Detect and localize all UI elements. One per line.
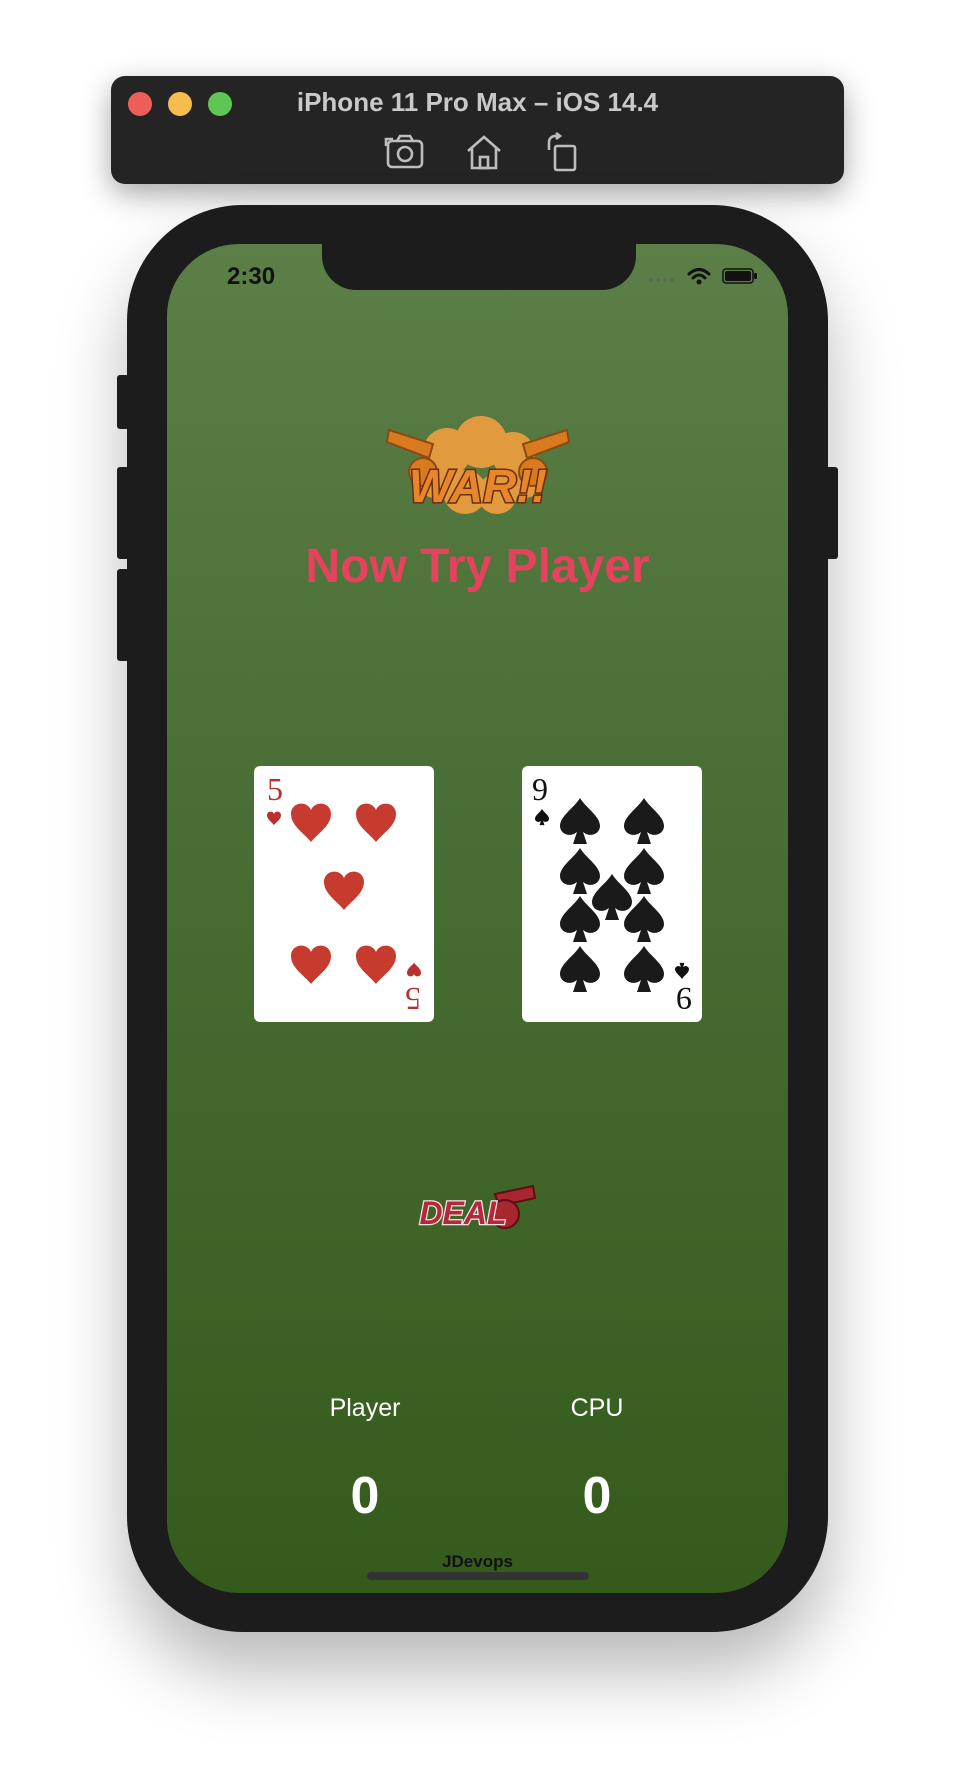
silent-switch (117, 375, 129, 429)
cpu-card: 9 9 (522, 766, 702, 1022)
player-label: Player (329, 1394, 401, 1422)
deal-label: DEAL (419, 1195, 506, 1231)
simulator-titlebar: iPhone 11 Pro Max – iOS 14.4 (111, 76, 844, 184)
deal-button[interactable]: DEAL (417, 1184, 537, 1232)
cpu-score: 0 (582, 1467, 612, 1525)
simulator-title: iPhone 11 Pro Max – iOS 14.4 (296, 87, 659, 117)
player-score: 0 (350, 1467, 380, 1525)
five-of-hearts-card: 5 5 (267, 771, 421, 1017)
svg-text:9: 9 (532, 771, 548, 807)
svg-text:5: 5 (267, 771, 283, 807)
volume-down-button (117, 569, 129, 661)
app-screen: 2:30 WAR!! Now Try Player 5 5 9 9 DEAL P… (167, 244, 788, 1593)
iphone-frame: 2:30 WAR!! Now Try Player 5 5 9 9 DEAL P… (117, 205, 838, 1632)
nine-of-spades-card: 9 9 (532, 771, 692, 1017)
player-card: 5 5 (254, 766, 434, 1022)
war-logo: WAR!! (385, 414, 571, 518)
power-button (826, 467, 838, 559)
volume-up-button (117, 467, 129, 559)
screenshot-icon[interactable] (383, 130, 427, 174)
wifi-icon (686, 266, 712, 291)
home-indicator[interactable] (367, 1572, 589, 1580)
svg-text:5: 5 (405, 981, 421, 1017)
status-heading: Now Try Player (305, 540, 650, 593)
status-time: 2:30 (227, 263, 276, 290)
status-icons (648, 266, 758, 291)
rotate-icon[interactable] (539, 130, 583, 174)
home-icon[interactable] (462, 130, 506, 174)
svg-text:9: 9 (676, 981, 692, 1017)
notch (322, 244, 636, 290)
battery-icon (722, 267, 758, 290)
footer-credit: JDevops (442, 1552, 513, 1571)
logo-text: WAR!! (409, 460, 547, 512)
cpu-label: CPU (570, 1394, 624, 1422)
signal-icon (648, 270, 676, 288)
